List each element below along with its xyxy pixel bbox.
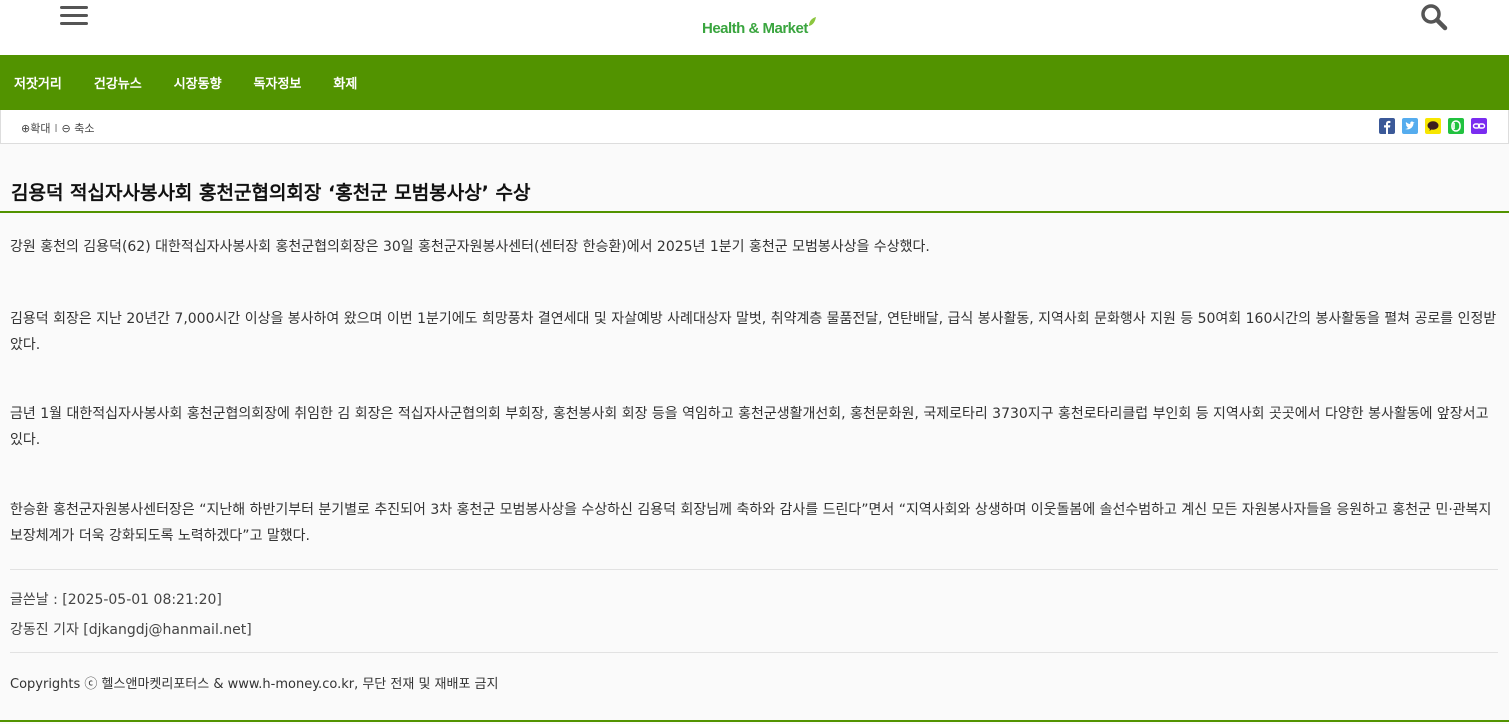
logo-text: Health & Market xyxy=(702,20,808,37)
leaf-icon xyxy=(808,17,816,26)
publish-date: 글쓴날 : [2025-05-01 08:21:20] xyxy=(10,592,222,608)
menu-bar xyxy=(60,6,88,9)
nav-item-marketplace[interactable]: 저잣거리 xyxy=(14,73,62,92)
zoom-in-button[interactable]: ⊕확대 xyxy=(21,120,50,136)
link-icon[interactable] xyxy=(1471,118,1487,134)
top-header: Health & Market xyxy=(0,0,1509,55)
zoom-separator: l xyxy=(54,121,58,135)
share-buttons xyxy=(1379,118,1487,134)
article-paragraph: 김용덕 회장은 지난 20년간 7,000시간 이상을 봉사하여 왔으며 이번 … xyxy=(10,311,1497,353)
hamburger-menu-icon[interactable] xyxy=(60,4,90,26)
nav-item-topics[interactable]: 화제 xyxy=(333,73,357,92)
article-title: 김용덕 적십자사봉사회 홍천군협의회장 ‘홍천군 모범봉사상’ 수상 xyxy=(11,182,531,204)
zoom-out-button[interactable]: ⊖ 축소 xyxy=(62,120,95,136)
footer-divider xyxy=(0,720,1509,722)
article-paragraph: 강원 홍천의 김용덕(62) 대한적십자사봉사회 홍천군협의회장은 30일 홍천… xyxy=(10,239,930,255)
title-divider xyxy=(0,211,1509,213)
article-paragraph: 금년 1월 대한적십자사봉사회 홍천군협의회장에 취임한 김 회장은 적십자사군… xyxy=(10,406,1489,448)
article-paragraph: 한승환 홍천군자원봉사센터장은 “지난해 하반기부터 분기별로 추진되어 3차 … xyxy=(10,502,1492,544)
menu-bar xyxy=(60,14,88,17)
copyright-divider xyxy=(10,652,1498,653)
article-toolbar: ⊕확대 l ⊖ 축소 xyxy=(0,110,1509,144)
meta-divider xyxy=(10,569,1498,570)
reporter-byline: 강동진 기자 [djkangdj@hanmail.net] xyxy=(10,622,252,638)
site-logo[interactable]: Health & Market xyxy=(702,17,816,42)
twitter-icon[interactable] xyxy=(1402,118,1418,134)
kakaotalk-icon[interactable] xyxy=(1425,118,1441,134)
nav-item-market-trends[interactable]: 시장동향 xyxy=(174,73,222,92)
font-zoom-controls: ⊕확대 l ⊖ 축소 xyxy=(21,120,95,136)
search-icon[interactable] xyxy=(1419,3,1449,31)
facebook-icon[interactable] xyxy=(1379,118,1395,134)
band-icon[interactable] xyxy=(1448,118,1464,134)
copyright-notice: Copyrights ⓒ 헬스앤마켓리포터스 & www.h-money.co.… xyxy=(10,677,499,692)
nav-item-health-news[interactable]: 건강뉴스 xyxy=(94,73,142,92)
main-navigation: 저잣거리 건강뉴스 시장동향 독자정보 화제 xyxy=(0,55,1509,110)
menu-bar xyxy=(60,22,88,25)
nav-item-reader-info[interactable]: 독자정보 xyxy=(254,73,302,92)
